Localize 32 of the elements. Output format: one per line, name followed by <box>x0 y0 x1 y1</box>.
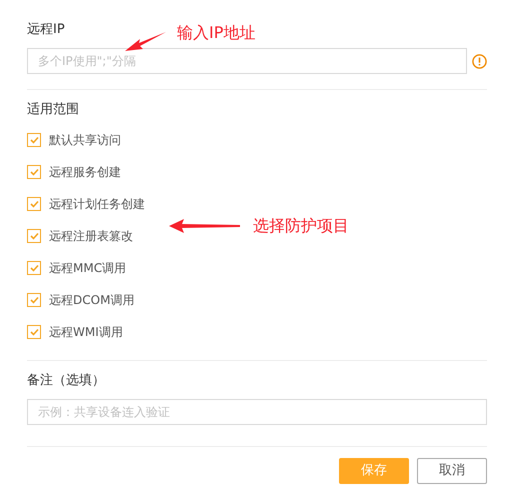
arrow <box>123 30 167 54</box>
check-icon <box>30 136 38 144</box>
annotation-text: 输入IP地址 <box>177 23 256 43</box>
checkbox[interactable] <box>27 197 41 211</box>
check-icon <box>30 328 38 336</box>
checkbox-label: 远程服务创建 <box>49 164 121 181</box>
arrow <box>168 218 240 234</box>
check-icon <box>30 296 38 304</box>
checkbox-label: 远程WMI调用 <box>49 324 123 341</box>
check-icon <box>30 200 38 208</box>
checkbox[interactable] <box>27 293 41 307</box>
checkbox[interactable] <box>27 165 41 179</box>
ip-input-field[interactable]: 多个IP使用";"分隔 <box>27 48 467 74</box>
checkbox[interactable] <box>27 229 41 243</box>
note-input-field[interactable]: 示例：共享设备连入验证 <box>27 399 487 425</box>
checkbox[interactable] <box>27 133 41 147</box>
field-label: 备注（选填） <box>27 372 106 390</box>
checkbox-label: 远程MMC调用 <box>49 260 126 277</box>
checkbox-label: 远程计划任务创建 <box>49 196 145 213</box>
section-label: 适用范围 <box>27 101 80 119</box>
annotation-text: 选择防护项目 <box>253 216 349 236</box>
checkbox[interactable] <box>27 261 41 275</box>
field-label: 远程IP <box>27 21 65 39</box>
check-icon <box>30 264 38 272</box>
warning-icon <box>472 54 487 68</box>
check-icon <box>30 168 38 176</box>
check-icon <box>30 232 38 240</box>
checkbox-label: 默认共享访问 <box>49 132 121 149</box>
checkbox-label: 远程DCOM调用 <box>49 292 134 309</box>
checkbox-label: 远程注册表篡改 <box>49 228 133 245</box>
checkbox[interactable] <box>27 325 41 339</box>
cancel-button[interactable]: 取消 <box>417 458 487 484</box>
